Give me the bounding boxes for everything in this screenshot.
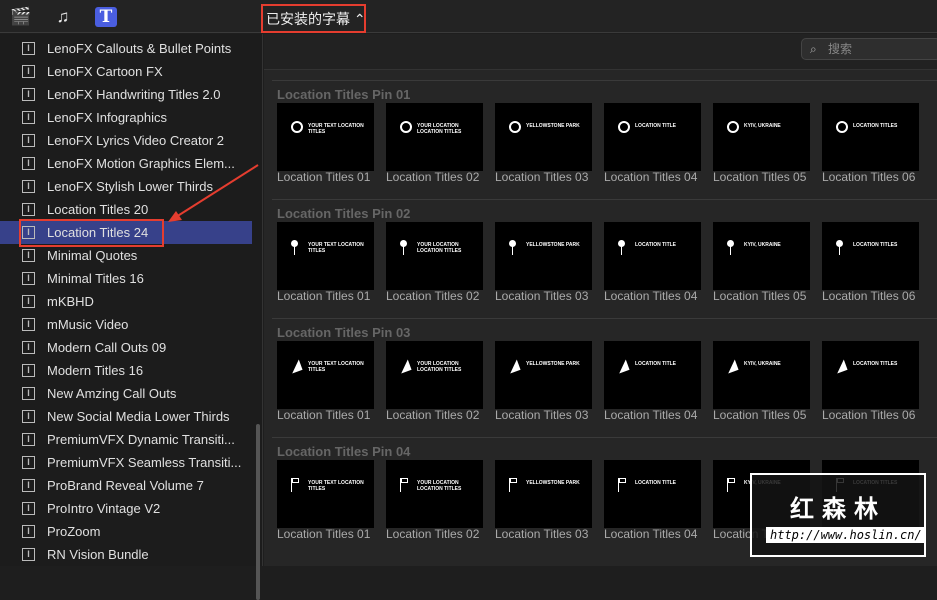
watermark-logo: 红森林 [790,496,886,523]
watermark: 红森林 http://www.hoslin.cn/ [750,473,926,557]
watermark-url: http://www.hoslin.cn/ [766,527,926,543]
